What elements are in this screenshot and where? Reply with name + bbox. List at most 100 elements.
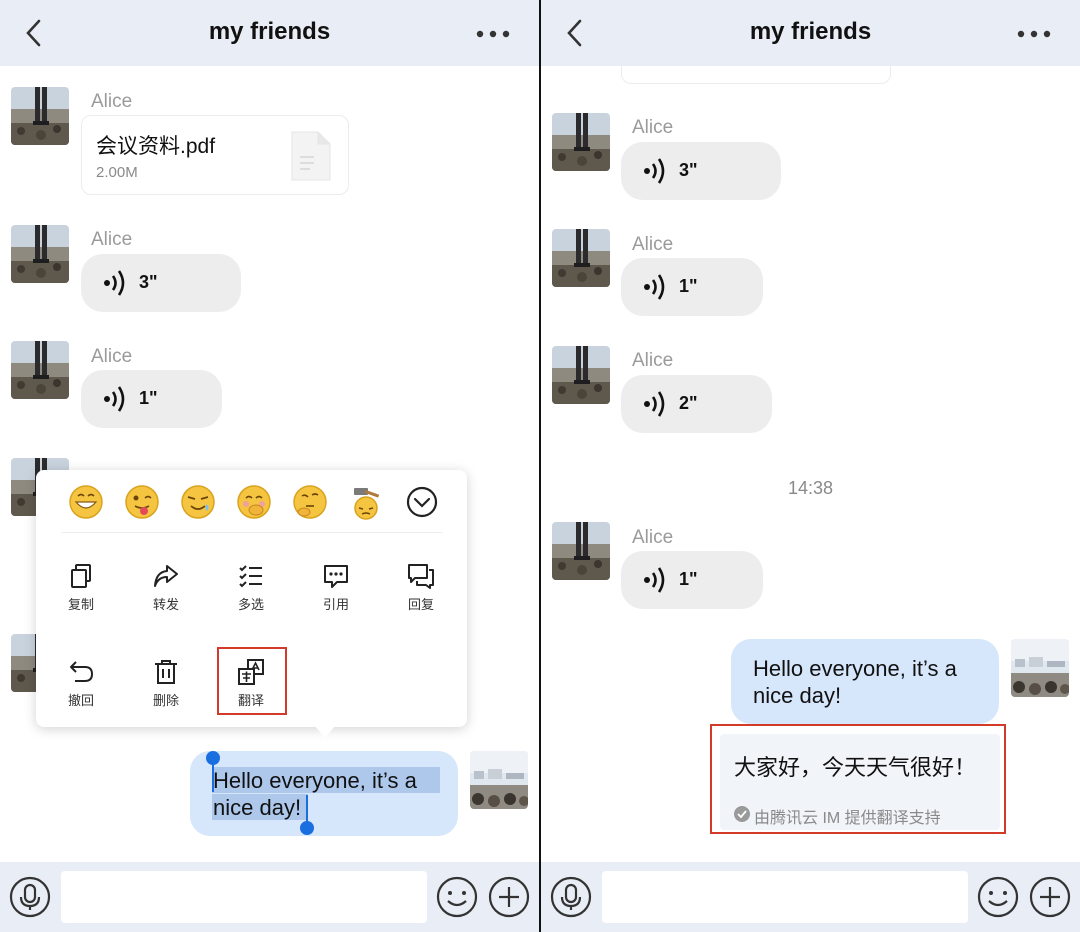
sweat-laugh-emoji-icon[interactable] (180, 484, 216, 520)
emoji-icon[interactable] (976, 875, 1020, 919)
chat-title: my friends (208, 18, 331, 45)
more-options-icon[interactable] (474, 24, 514, 44)
sender-name: Alice (91, 229, 133, 250)
menu-divider (62, 532, 442, 533)
plus-icon[interactable] (1028, 875, 1072, 919)
file-name: 会议资料.pdf (96, 135, 216, 158)
forward-icon (154, 565, 178, 587)
voice-duration: 3" (139, 272, 158, 292)
voice-duration: 1" (139, 388, 158, 408)
voice-wave-icon (643, 567, 665, 593)
sender-name: Alice (91, 346, 133, 367)
voice-message[interactable]: 2" (621, 375, 772, 433)
voice-message[interactable]: 3" (621, 142, 781, 200)
menu-pointer (314, 725, 336, 738)
action-label: 回复 (407, 597, 434, 612)
quote-icon (324, 565, 348, 588)
recall-icon (70, 661, 94, 682)
copy-icon (71, 564, 91, 588)
voice-wave-icon (103, 386, 125, 412)
action-label: 复制 (67, 597, 94, 612)
hammer-emoji-icon[interactable] (348, 484, 384, 520)
microphone-icon[interactable] (549, 875, 593, 919)
action-label: 多选 (237, 597, 264, 612)
microphone-icon[interactable] (8, 875, 52, 919)
plus-icon[interactable] (487, 875, 531, 919)
selection-end-line (306, 795, 308, 823)
voice-message[interactable]: 1" (81, 370, 222, 428)
copy-action[interactable]: 复制 (51, 562, 111, 622)
alice-avatar[interactable] (552, 113, 610, 171)
message-text-line: Hello everyone, it’s a (753, 656, 957, 681)
sender-name: Alice (632, 234, 674, 255)
translate-highlight-box (217, 647, 287, 715)
forward-action[interactable]: 转发 (136, 562, 196, 622)
check-circle-icon (734, 806, 750, 822)
translation-card[interactable]: 大家好，今天天气很好！ 由腾讯云 IM 提供翻译支持 (720, 734, 1000, 830)
message-input[interactable] (61, 871, 427, 923)
voice-message[interactable]: 1" (621, 258, 763, 316)
outgoing-message[interactable]: Hello everyone, it’s a nice day! (190, 751, 458, 836)
alice-avatar[interactable] (552, 522, 610, 580)
multi-select-icon (239, 565, 262, 588)
alice-avatar[interactable] (552, 346, 610, 404)
voice-duration: 2" (679, 393, 698, 413)
input-bar (541, 862, 1080, 932)
selection-end-handle[interactable] (300, 821, 314, 835)
voice-message[interactable]: 3" (81, 254, 241, 312)
sender-name: Alice (632, 350, 674, 371)
emoji-icon[interactable] (435, 875, 479, 919)
more-options-icon[interactable] (1015, 24, 1055, 44)
self-avatar[interactable] (1011, 639, 1069, 697)
expand-emoji-icon[interactable] (404, 484, 440, 520)
alice-avatar[interactable] (11, 341, 69, 399)
sender-name: Alice (632, 117, 674, 138)
voice-wave-icon (643, 158, 665, 184)
thinking-emoji-icon[interactable] (292, 484, 328, 520)
voice-wave-icon (643, 391, 665, 417)
action-label: 转发 (152, 597, 179, 612)
message-text-line: nice day! (213, 795, 302, 820)
voice-wave-icon (103, 270, 125, 296)
message-input[interactable] (602, 871, 968, 923)
self-avatar[interactable] (470, 751, 528, 809)
message-text-line: Hello everyone, it’s a (213, 768, 417, 793)
input-bar (0, 862, 539, 932)
action-label: 引用 (322, 597, 349, 612)
right-chat-screen: my friends Alice 3" Alice 1" Alice 2" 14… (541, 0, 1080, 932)
reply-action[interactable]: 回复 (391, 562, 451, 622)
multi-select-action[interactable]: 多选 (221, 562, 281, 622)
time-divider: 14:38 (787, 478, 834, 498)
chat-title: my friends (749, 18, 872, 45)
voice-duration: 1" (679, 276, 698, 296)
voice-message[interactable]: 1" (621, 551, 763, 609)
tongue-wink-emoji-icon[interactable] (124, 484, 160, 520)
shy-emoji-icon[interactable] (236, 484, 272, 520)
selection-start-handle[interactable] (206, 751, 220, 765)
voice-duration: 3" (679, 160, 698, 180)
voice-wave-icon (643, 274, 665, 300)
recall-action[interactable]: 撤回 (51, 658, 111, 718)
message-text-line: nice day! (753, 683, 842, 708)
sender-name: Alice (91, 91, 133, 112)
left-chat-screen: my friends Alice 会议资料.pdf 2.00M Alice 3"… (0, 0, 539, 932)
file-size: 2.00M (96, 164, 138, 181)
file-message[interactable]: 会议资料.pdf 2.00M (81, 115, 349, 195)
alice-avatar[interactable] (11, 225, 69, 283)
delete-icon (155, 660, 177, 684)
action-label: 撤回 (67, 693, 94, 708)
sender-name: Alice (632, 527, 674, 548)
translation-text: 大家好，今天天气很好！ (734, 755, 977, 780)
reply-icon (408, 564, 434, 589)
chat-header: my friends (0, 0, 539, 66)
grin-emoji-icon[interactable] (68, 484, 104, 520)
voice-duration: 1" (679, 569, 698, 589)
action-label: 删除 (152, 693, 179, 708)
quote-action[interactable]: 引用 (306, 562, 366, 622)
delete-action[interactable]: 删除 (136, 658, 196, 718)
translation-highlight-box: 大家好，今天天气很好！ 由腾讯云 IM 提供翻译支持 (710, 724, 1006, 834)
outgoing-message[interactable]: Hello everyone, it’s a nice day! (731, 639, 999, 724)
alice-avatar[interactable] (11, 87, 69, 145)
alice-avatar[interactable] (552, 229, 610, 287)
chat-header: my friends (541, 0, 1080, 66)
